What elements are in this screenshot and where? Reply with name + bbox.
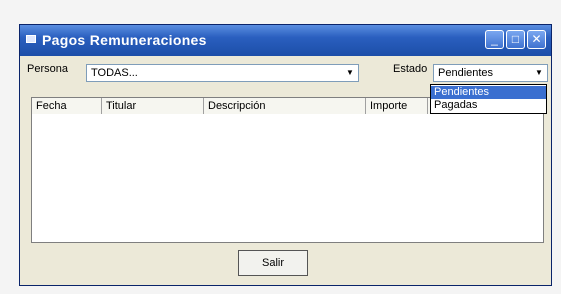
column-header-fecha[interactable]: Fecha <box>32 98 102 114</box>
column-header-titular[interactable]: Titular <box>102 98 204 114</box>
chevron-down-icon[interactable]: ▼ <box>343 66 357 80</box>
minimize-button[interactable]: _ <box>485 30 504 49</box>
column-header-importe[interactable]: Importe <box>366 98 428 114</box>
persona-dropdown[interactable]: TODAS... ▼ <box>86 64 359 82</box>
estado-options-list[interactable]: Pendientes Pagadas <box>430 84 547 114</box>
title-bar[interactable]: Pagos Remuneraciones _ □ ✕ <box>20 25 551 56</box>
estado-option-pendientes[interactable]: Pendientes <box>431 86 546 99</box>
window-icon <box>26 35 36 43</box>
column-header-descripcion[interactable]: Descripción <box>204 98 366 114</box>
payments-table[interactable]: Fecha Titular Descripción Importe B <box>31 97 544 243</box>
persona-label: Persona <box>27 63 68 75</box>
persona-selected-value: TODAS... <box>91 67 138 79</box>
salir-button[interactable]: Salir <box>238 250 308 276</box>
maximize-button[interactable]: □ <box>506 30 525 49</box>
close-button[interactable]: ✕ <box>527 30 546 49</box>
estado-dropdown[interactable]: Pendientes ▼ <box>433 64 548 82</box>
window-title: Pagos Remuneraciones <box>42 32 207 48</box>
estado-label: Estado <box>393 63 428 75</box>
estado-selected-value: Pendientes <box>438 67 494 79</box>
chevron-down-icon[interactable]: ▼ <box>532 66 546 80</box>
pagos-remuneraciones-window: Pagos Remuneraciones _ □ ✕ Persona TODAS… <box>19 24 552 286</box>
estado-option-pagadas[interactable]: Pagadas <box>431 99 546 112</box>
